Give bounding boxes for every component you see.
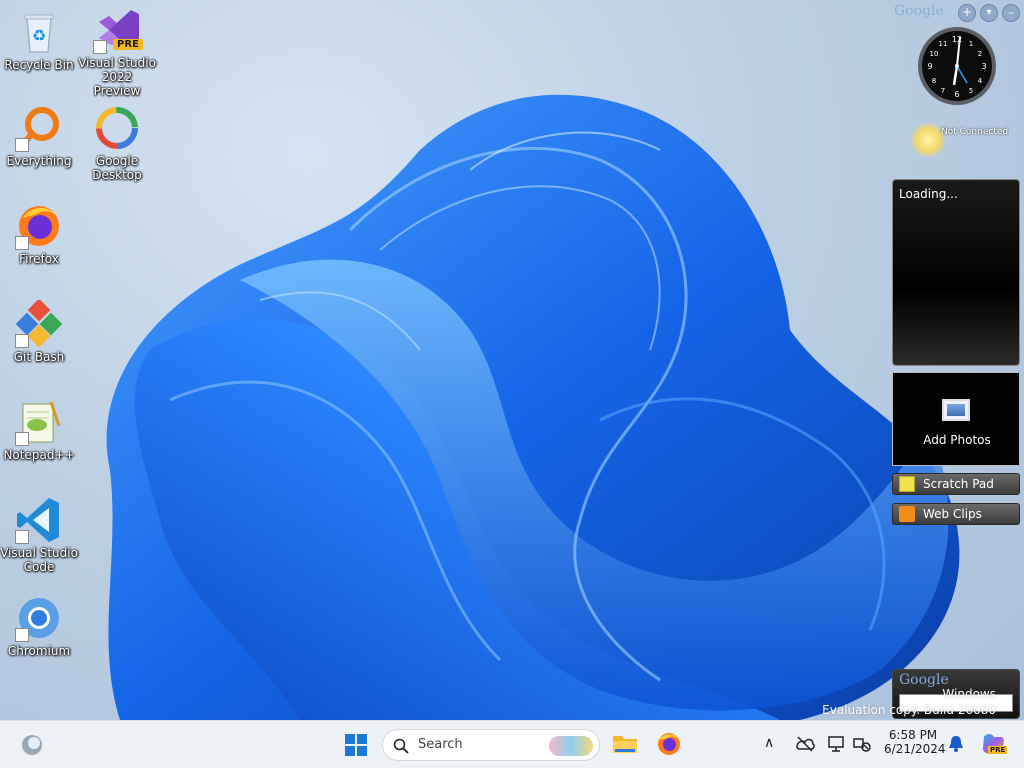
desktop-icon-label: Recycle Bin: [4, 58, 74, 72]
desktop-icon-label: Chromium: [7, 644, 71, 658]
desktop-icon-everything[interactable]: Everything: [0, 104, 78, 168]
watermark-line1: Windows: [942, 687, 996, 701]
sidebar-add-button[interactable]: +: [958, 4, 976, 22]
widgets-icon[interactable]: [20, 733, 44, 757]
scratch-pad-label: Scratch Pad: [923, 477, 994, 491]
taskbar-search-box[interactable]: Search: [382, 729, 600, 761]
desktop-icon-label: Git Bash: [13, 350, 65, 364]
folder-icon: [613, 736, 637, 753]
sidebar-menu-button[interactable]: ▾: [980, 4, 998, 22]
shortcut-arrow-icon: [15, 138, 29, 152]
svg-text:2: 2: [978, 50, 982, 58]
shortcut-arrow-icon: [15, 236, 29, 250]
search-highlight-icon: [549, 736, 593, 756]
desktop-icon-label: Everything: [6, 154, 72, 168]
taskbar: Search ∧ 6:58 PM 6/21/2024 PRE: [0, 720, 1024, 768]
svg-text:3: 3: [981, 62, 986, 71]
google-logo: Google: [894, 3, 944, 19]
desktop-icon-recycle-bin[interactable]: ♻ Recycle Bin: [0, 8, 78, 72]
shortcut-arrow-icon: [93, 40, 107, 54]
photo-icon: [942, 399, 970, 421]
watermark-line2: Evaluation copy. Build 26080: [822, 703, 996, 717]
network-settings-icon[interactable]: [852, 735, 872, 757]
svg-text:6: 6: [954, 90, 959, 99]
svg-text:4: 4: [978, 77, 983, 85]
recycle-bin-icon: ♻: [15, 8, 63, 56]
visual-studio-icon: PRE: [93, 6, 143, 54]
svg-text:9: 9: [927, 62, 932, 71]
photos-gadget-panel[interactable]: Add Photos: [892, 372, 1020, 466]
chromium-icon: [15, 594, 63, 642]
svg-text:8: 8: [932, 77, 936, 85]
scratch-pad-gadget[interactable]: Scratch Pad: [892, 473, 1020, 495]
add-photos-label: Add Photos: [923, 433, 991, 447]
sidebar-minimize-button[interactable]: –: [1002, 4, 1020, 22]
taskbar-clock[interactable]: 6:58 PM 6/21/2024: [884, 728, 946, 756]
git-bash-icon: [15, 298, 63, 348]
search-icon: [393, 738, 409, 754]
shortcut-arrow-icon: [15, 334, 29, 348]
connection-status-text: Not Connected: [941, 127, 1009, 137]
notification-bell-icon[interactable]: [948, 735, 964, 757]
desktop-icon-git-bash[interactable]: Git Bash: [0, 298, 78, 364]
firefox-icon: [658, 733, 680, 755]
shortcut-arrow-icon: [15, 628, 29, 642]
svg-text:♻: ♻: [32, 26, 46, 45]
rss-icon: [899, 506, 915, 522]
copilot-icon[interactable]: PRE: [980, 731, 1008, 757]
desktop-icon-label: Visual Studio Code: [0, 546, 78, 574]
svg-text:5: 5: [969, 87, 973, 95]
taskbar-firefox[interactable]: [656, 731, 682, 757]
desktop-icon-firefox[interactable]: Firefox: [0, 202, 78, 266]
web-clips-label: Web Clips: [923, 507, 982, 521]
desktop-icon-vscode[interactable]: Visual Studio Code: [0, 496, 78, 574]
svg-text:7: 7: [941, 87, 945, 95]
preview-badge: PRE: [113, 39, 143, 50]
evaluation-watermark: Windows Evaluation copy. Build 26080: [822, 686, 996, 718]
desktop-icon-notepad-plus-plus[interactable]: Notepad++: [0, 398, 78, 462]
search-placeholder: Search: [418, 737, 463, 752]
clock-date: 6/21/2024: [884, 742, 946, 756]
vscode-icon: [15, 496, 63, 544]
desktop-icon-label: Google Desktop: [92, 154, 142, 182]
note-icon: [899, 476, 915, 492]
google-desktop-icon: [93, 104, 141, 152]
display-icon[interactable]: [827, 735, 847, 757]
desktop-icon-google-desktop[interactable]: Google Desktop: [78, 104, 156, 182]
notepad-plus-plus-icon: [15, 398, 63, 446]
taskbar-file-explorer[interactable]: [612, 731, 638, 757]
network-disconnected-icon[interactable]: [795, 735, 815, 757]
loading-text: Loading...: [899, 187, 958, 201]
desktop-icon-visual-studio-2022-preview[interactable]: PRE Visual Studio 2022 Preview: [78, 6, 156, 98]
web-clips-gadget[interactable]: Web Clips: [892, 503, 1020, 525]
desktop-icon-chromium[interactable]: Chromium: [0, 594, 78, 658]
svg-text:11: 11: [939, 40, 948, 48]
news-gadget-panel[interactable]: Loading...: [892, 179, 1020, 366]
shortcut-arrow-icon: [15, 432, 29, 446]
desktop-icon-label: Firefox: [19, 252, 59, 266]
start-button[interactable]: [344, 733, 368, 757]
shortcut-arrow-icon: [15, 530, 29, 544]
windows-logo-icon: [345, 734, 367, 756]
everything-search-icon: [15, 104, 63, 152]
svg-text:1: 1: [969, 40, 973, 48]
desktop[interactable]: ♻ Recycle Bin PRE Visual Studio 2022 Pre…: [0, 0, 1024, 720]
desktop-icon-label: Notepad++: [3, 448, 75, 462]
copilot-preview-badge: PRE: [988, 746, 1008, 754]
clock-time: 6:58 PM: [888, 728, 938, 742]
firefox-icon: [15, 202, 63, 250]
clock-gadget[interactable]: 12 3 6 9 1 2 4 5 7 8 10 11: [916, 25, 998, 107]
svg-text:10: 10: [930, 50, 939, 58]
desktop-icon-label: Visual Studio 2022 Preview: [78, 56, 156, 98]
show-hidden-icons-chevron-icon[interactable]: ∧: [764, 735, 774, 751]
